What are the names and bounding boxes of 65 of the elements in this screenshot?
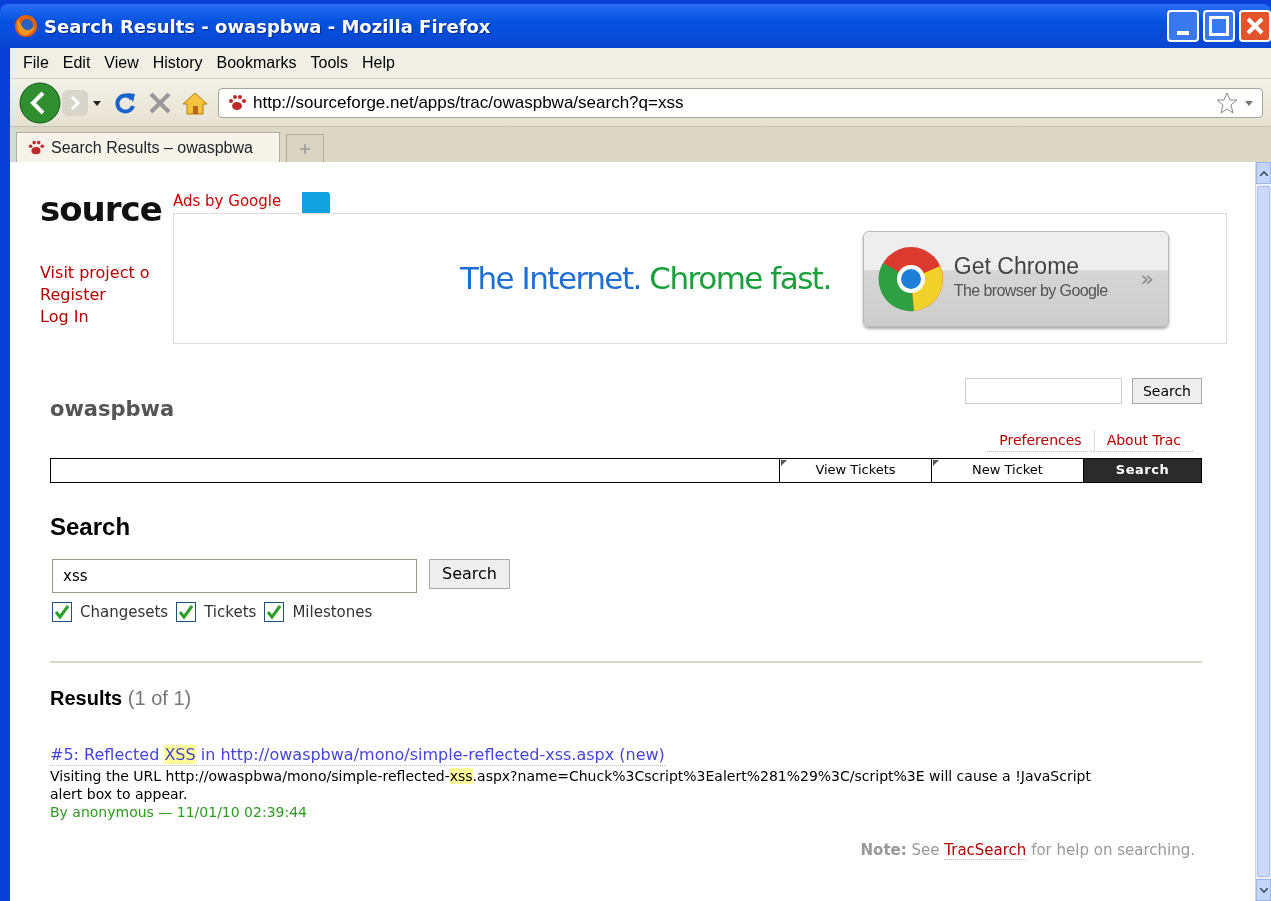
paw-icon [227,92,247,113]
menu-item[interactable]: Edit [55,51,98,75]
checkbox[interactable] [52,601,72,622]
site-link[interactable]: Visit project o [40,262,150,284]
url-text: http://sourceforge.net/apps/trac/owaspbwa/search?q=xss [253,91,685,114]
ad-headline: The Internet. Chrome fast. [460,259,831,299]
button-title: Get Chrome [953,253,1081,280]
get-chrome-button[interactable]: Get Chrome The browser by Google » [862,230,1169,327]
help-note: Note: See TracSearch for help on searching. [859,840,1195,862]
quick-search-field[interactable] [964,378,1122,404]
scroll-down-icon[interactable] [1259,887,1268,893]
checkbox-label: Tickets [204,601,257,623]
site-link[interactable]: Register [40,284,106,306]
home-icon[interactable] [182,90,208,115]
back-button[interactable] [18,80,62,125]
scrollbar[interactable] [1255,162,1271,901]
scroll-up-icon[interactable] [1259,170,1268,176]
nav-link-text[interactable]: Preferences [987,429,1094,452]
checkbox-label: Milestones [292,601,373,623]
browser-tab[interactable]: Search Results – owaspbwa [16,132,280,162]
results-heading: Results (1 of 1) [50,686,193,711]
menu-item[interactable]: History [145,51,210,75]
help-link[interactable]: TracSearch [944,841,1027,860]
menu-item[interactable]: Help [354,51,402,75]
logo-mark [301,192,330,216]
nav-tab[interactable]: Search [1083,458,1201,482]
ad-banner[interactable]: The Internet. Chrome fast. Get Chrome The browser by Google » [173,213,1227,344]
search-field[interactable]: xss [52,558,417,593]
checkbox-label: Changesets [80,601,169,623]
minimize-icon [1177,31,1189,35]
firefox-icon [14,14,38,38]
checkbox[interactable] [176,601,197,622]
result-meta: By anonymous — 11/01/10 02:39:44 [50,803,308,821]
logo-text: source [40,192,162,226]
corner-mark-icon [933,459,939,466]
stop-icon[interactable] [148,90,172,115]
page-heading: Search [50,511,132,542]
plus-icon [298,142,311,155]
window-title: Search Results - owaspbwa - Mozilla Firefox [44,14,491,39]
site-link[interactable]: Log In [40,306,89,328]
nav-link-text[interactable]: About Trac [1093,429,1193,452]
menu-item[interactable]: View [97,51,146,75]
paw-icon [27,138,45,157]
result-link[interactable]: #5: Reflected XSS in http://owaspbwa/mono/simple-reflected-xss.aspx (new) [50,745,665,766]
button-subtitle: The browser by Google [953,281,1108,302]
corner-mark-icon [781,459,787,466]
menu-item[interactable]: File [16,51,56,75]
minimize-button[interactable] [1167,10,1199,42]
dropdown-icon[interactable] [92,98,102,107]
maximize-icon [1209,16,1229,36]
project-name: owaspbwa [50,396,175,423]
search-button[interactable]: Search [429,558,510,589]
menu-item[interactable]: Tools [303,51,355,75]
checkbox[interactable] [264,601,285,622]
maximize-button[interactable] [1203,10,1235,42]
chrome-logo-icon [877,245,944,312]
quick-search-button[interactable]: Search [1131,378,1202,404]
close-icon [1246,17,1264,35]
address-bar[interactable]: http://sourceforge.net/apps/trac/owaspbwa/search?q=xss [218,87,1263,118]
chevron-text: » [1140,265,1154,293]
menu-item[interactable]: Bookmarks [209,51,304,75]
star-icon[interactable] [1216,91,1238,114]
result-excerpt: Visiting the URL http://owaspbwa/mono/simple-reflected-xss.aspx?name=Chuck%3Cscript%3Ealert%281%29%3C/script%3E will cause a !JavaScript alert box to appear. [50,767,1092,803]
ad-label: Ads by Google [173,191,282,212]
close-button[interactable] [1239,10,1271,42]
